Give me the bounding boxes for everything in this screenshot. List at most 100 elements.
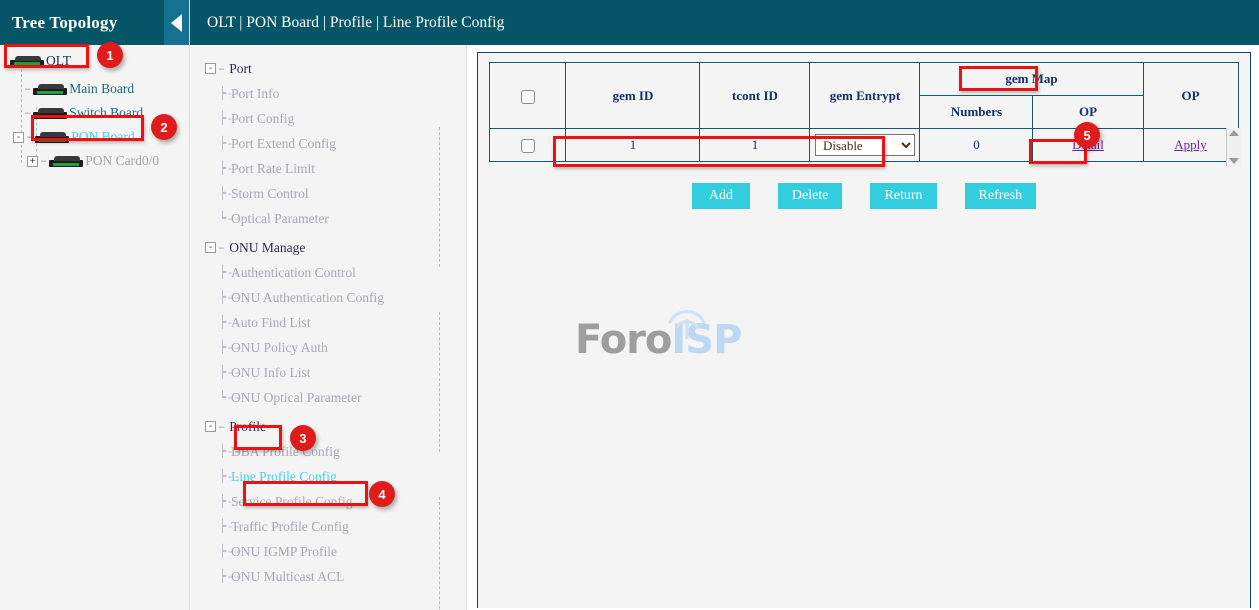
row-vertical-scrollbar[interactable] — [1226, 128, 1241, 166]
nav-branch-icon: ┝-- — [219, 340, 241, 355]
page-header-bar: OLT | PON Board | Profile | Line Profile… — [190, 0, 1259, 45]
nav-branch-icon: ┝-- — [219, 161, 241, 176]
nav-item-label: Optical Parameter — [231, 211, 329, 227]
tree-item-main-board[interactable]: – Main Board — [0, 77, 189, 101]
tree-item-pon-card[interactable]: + – PON Card0/0 — [0, 149, 189, 173]
nav-branch-dash: – — [216, 420, 229, 434]
tree-expander-collapse[interactable]: - — [13, 132, 24, 143]
tree-topology-sidebar: Tree Topology OLT – Main B — [0, 0, 190, 610]
nav-branch-dash: – — [216, 241, 229, 255]
detail-link[interactable]: Detail — [1072, 137, 1104, 152]
tree-branch-dash: – — [22, 106, 33, 120]
column-header-gem-map-op: OP — [1033, 96, 1143, 129]
cell-gem-map-numbers: 0 — [920, 129, 1033, 162]
add-button[interactable]: Add — [692, 183, 750, 209]
device-board-icon — [33, 83, 67, 95]
nav-item-port-extend-config[interactable]: ┝-- Port Extend Config — [191, 131, 466, 156]
nav-branch-dash: – — [216, 62, 229, 76]
nav-item-service-profile-config[interactable]: ┝-- Service Profile Config — [191, 489, 466, 514]
nav-item-label: Traffic Profile Config — [231, 519, 349, 535]
nav-item-dba-profile-config[interactable]: ┝-- DBA Profile Config — [191, 439, 466, 464]
tree-item-pon-board[interactable]: - – PON Board — [0, 125, 189, 149]
nav-item-label: ONU Info List — [231, 365, 311, 381]
nav-item-label: Line Profile Config — [231, 469, 337, 485]
nav-item-onu-igmp-profile[interactable]: ┝-- ONU IGMP Profile — [191, 539, 466, 564]
column-header-tcont-id: tcont ID — [700, 63, 810, 129]
refresh-button[interactable]: Refresh — [965, 183, 1037, 209]
nav-branch-icon: ┝-- — [219, 111, 241, 126]
nav-item-label: Service Profile Config — [231, 494, 352, 510]
column-header-gem-map-numbers: Numbers — [920, 96, 1033, 129]
tree-branch-dash: – — [24, 130, 35, 144]
nav-branch-icon: ┝-- — [219, 136, 241, 151]
nav-item-onu-optical-parameter[interactable]: ┕-- ONU Optical Parameter — [191, 385, 466, 410]
watermark-foro: Foro — [575, 317, 671, 363]
delete-button[interactable]: Delete — [778, 183, 843, 209]
return-button[interactable]: Return — [870, 183, 936, 209]
device-tree: OLT – Main Board – Switch Board - — [0, 45, 189, 173]
nav-group-onu-manage[interactable]: - – ONU Manage — [191, 235, 466, 260]
nav-item-label: ONU Policy Auth — [231, 340, 328, 356]
select-all-checkbox[interactable] — [521, 90, 535, 104]
column-header-op: OP — [1143, 63, 1238, 129]
column-header-gem-id: gem ID — [566, 63, 700, 129]
arrow-down-icon[interactable] — [1229, 158, 1239, 164]
tree-branch-dash: – — [22, 82, 33, 96]
nav-expander-onu-manage[interactable]: - — [205, 242, 216, 253]
nav-item-label: ONU Multicast ACL — [231, 569, 344, 585]
nav-item-optical-parameter[interactable]: ┕-- Optical Parameter — [191, 206, 466, 231]
row-checkbox[interactable] — [521, 139, 535, 153]
arrow-up-icon[interactable] — [1229, 130, 1239, 136]
nav-item-storm-control[interactable]: ┝-- Storm Control — [191, 181, 466, 206]
nav-branch-icon: ┝-- — [219, 569, 241, 584]
nav-item-traffic-profile-config[interactable]: ┝-- Traffic Profile Config — [191, 514, 466, 539]
nav-group-label: ONU Manage — [229, 240, 305, 256]
cell-gem-id: 1 — [566, 129, 700, 162]
table-row: 1 1 Disable Enable 0 Detail — [490, 129, 1238, 162]
nav-item-line-profile-config[interactable]: ┝-- Line Profile Config — [191, 464, 466, 489]
sidebar-collapse-button[interactable] — [164, 0, 189, 45]
nav-item-port-rate-limit[interactable]: ┝-- Port Rate Limit — [191, 156, 466, 181]
nav-item-onu-authentication-config[interactable]: ┝-- ONU Authentication Config — [191, 285, 466, 310]
apply-link[interactable]: Apply — [1174, 137, 1207, 152]
nav-branch-icon: ┝-- — [219, 86, 241, 101]
nav-branch-icon: ┝-- — [219, 365, 241, 380]
select-all-header — [490, 63, 566, 129]
nav-expander-profile[interactable]: - — [205, 421, 216, 432]
signal-wave-icon — [662, 305, 712, 339]
tree-item-label: PON Board — [71, 129, 134, 145]
tree-expander-expand[interactable]: + — [27, 156, 38, 167]
nav-branch-icon: ┝-- — [219, 469, 241, 484]
column-header-gem-map: gem Map — [920, 63, 1143, 96]
nav-item-label: ONU Optical Parameter — [231, 390, 361, 406]
cell-tcont-id: 1 — [700, 129, 810, 162]
tree-item-switch-board[interactable]: – Switch Board — [0, 101, 189, 125]
line-profile-config-panel: gem ID tcont ID gem Entrypt gem Map OP N… — [477, 52, 1251, 608]
nav-expander-port[interactable]: - — [205, 63, 216, 74]
tree-item-label: Switch Board — [69, 105, 143, 121]
tree-branch-dash: – — [38, 154, 49, 168]
nav-item-onu-policy-auth[interactable]: ┝-- ONU Policy Auth — [191, 335, 466, 360]
nav-item-port-config[interactable]: ┝-- Port Config — [191, 106, 466, 131]
tree-item-label: OLT — [46, 53, 71, 69]
feature-navigation-pane: - – Port ┝-- Port Info ┝-- Port Config ┝… — [191, 45, 467, 610]
content-area: gem ID tcont ID gem Entrypt gem Map OP N… — [468, 45, 1259, 610]
nav-item-onu-multicast-acl[interactable]: ┝-- ONU Multicast ACL — [191, 564, 466, 589]
tree-item-olt[interactable]: OLT — [0, 49, 189, 73]
device-olt-icon — [10, 55, 44, 67]
nav-branch-icon: ┝-- — [219, 186, 241, 201]
nav-branch-icon: ┝-- — [219, 290, 241, 305]
nav-item-label: Authentication Control — [231, 265, 356, 281]
triangle-left-icon — [171, 14, 182, 32]
gem-entrypt-select[interactable]: Disable Enable — [815, 134, 915, 156]
action-button-row: Add Delete Return Refresh — [478, 183, 1250, 209]
nav-group-profile[interactable]: - – Profile — [191, 414, 466, 439]
nav-item-label: DBA Profile Config — [231, 444, 340, 460]
nav-item-port-info[interactable]: ┝-- Port Info — [191, 81, 466, 106]
nav-item-onu-info-list[interactable]: ┝-- ONU Info List — [191, 360, 466, 385]
nav-item-authentication-control[interactable]: ┝-- Authentication Control — [191, 260, 466, 285]
nav-branch-icon: ┝-- — [219, 315, 241, 330]
nav-item-label: ONU Authentication Config — [231, 290, 384, 306]
nav-group-port[interactable]: - – Port — [191, 56, 466, 81]
nav-item-auto-find-list[interactable]: ┝-- Auto Find List — [191, 310, 466, 335]
